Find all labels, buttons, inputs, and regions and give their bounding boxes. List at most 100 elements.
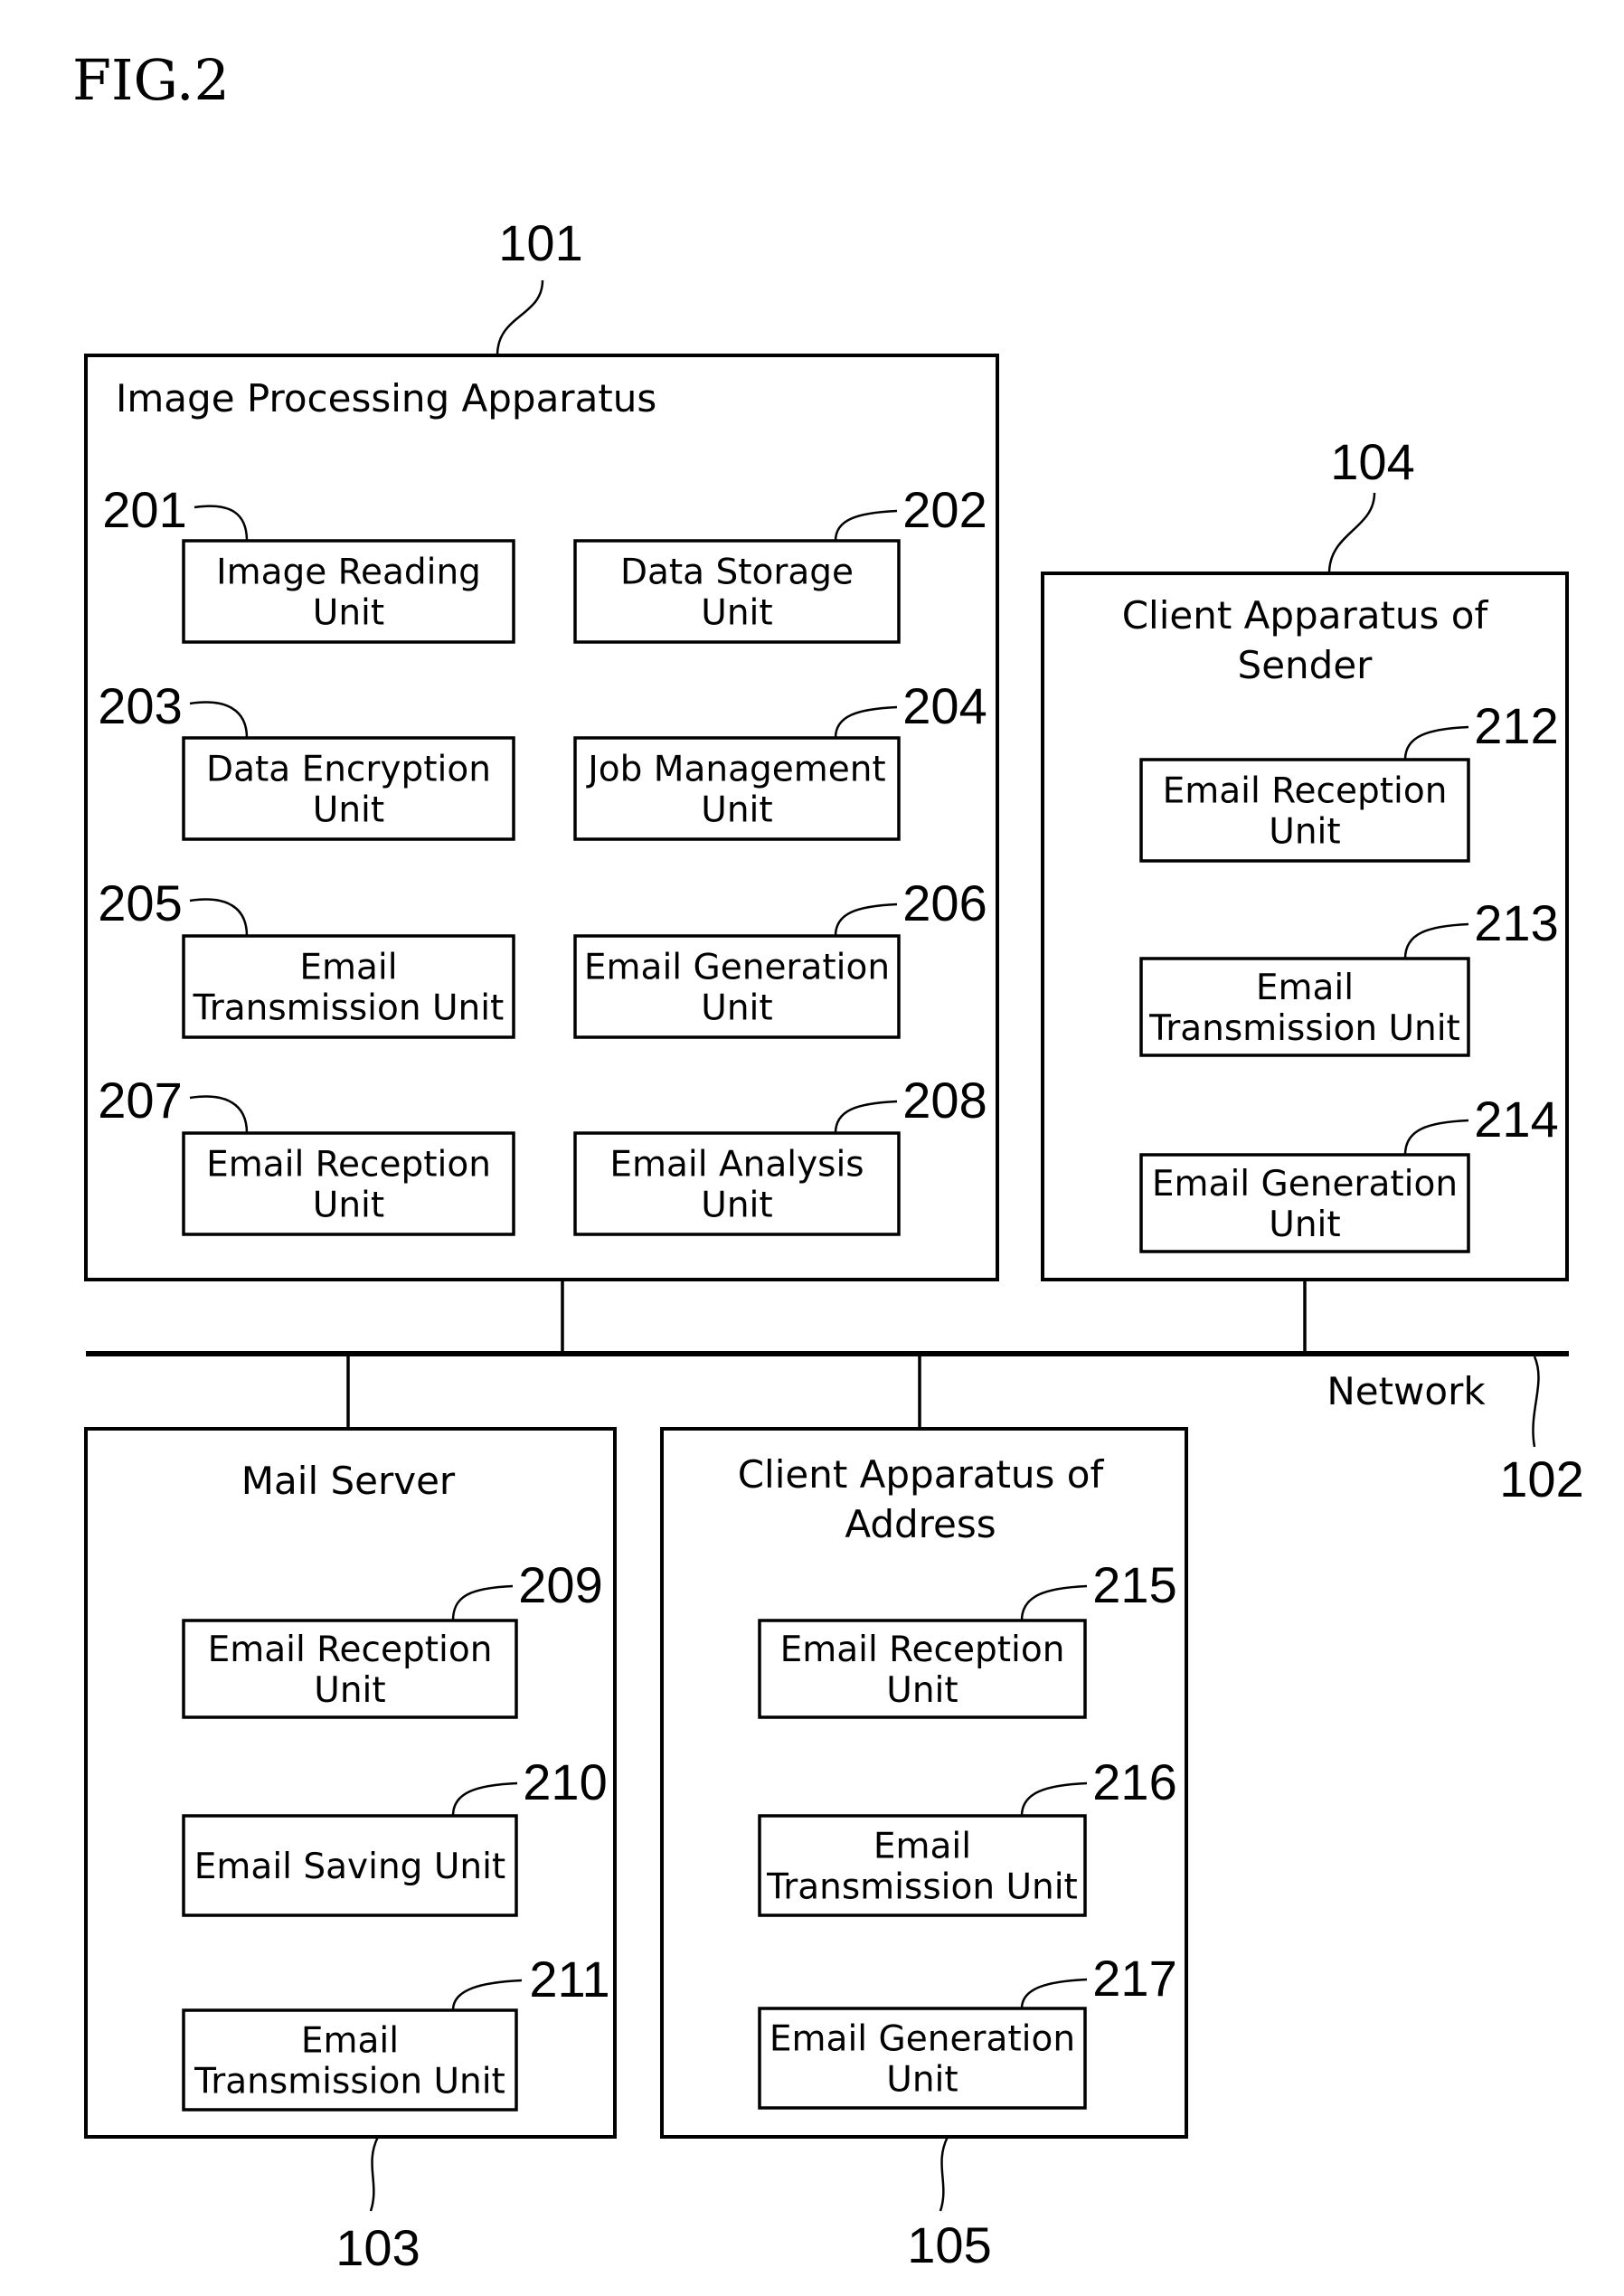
unit-ref: 206 [902,874,987,931]
unit-leader [1020,1781,1088,1817]
unit-206: Email GenerationUnit 206 [573,874,987,1039]
unit-label: Transmission Unit [1148,1008,1460,1049]
client-apparatus-of-address-title: Client Apparatus of [738,1452,1105,1497]
unit-label: Email Reception [208,1630,493,1670]
client-apparatus-of-sender-leader [1327,492,1376,574]
unit-leader [834,705,898,739]
mail-server-leader [369,2136,380,2212]
unit-label: Data Encryption [206,750,491,790]
image-processing-apparatus: Image Processing Apparatus 101 Image Readi… [84,214,999,1281]
unit-label: Image Reading [216,553,481,593]
unit-201: Image ReadingUnit 201 [102,481,515,644]
unit-label: Unit [313,1186,384,1226]
unit-ref: 208 [902,1072,987,1129]
unit-212: Email ReceptionUnit 212 [1139,697,1559,863]
unit-213: EmailTransmission Unit 213 [1139,894,1559,1057]
unit-leader [189,898,249,937]
unit-ref: 203 [98,677,182,734]
unit-203: Data EncryptionUnit 203 [98,677,515,841]
unit-leader [1403,1119,1469,1156]
unit-label: Email [873,1827,971,1867]
unit-216: EmailTransmission Unit 216 [758,1753,1177,1917]
unit-leader [1403,922,1469,959]
unit-leader [1403,725,1469,761]
unit-leader [189,1095,249,1134]
unit-leader [451,1979,523,2011]
unit-label: Unit [701,988,772,1029]
client-apparatus-of-address-leader [939,2136,949,2212]
unit-202: Data StorageUnit 202 [573,481,987,644]
unit-label: Unit [701,1186,772,1226]
mail-server-ref: 103 [335,2219,420,2276]
client-apparatus-of-address-ref: 105 [907,2216,991,2273]
client-apparatus-of-address-title: Address [845,1502,996,1546]
unit-leader [834,902,898,937]
unit-ref: 209 [518,1556,602,1613]
unit-207: Email ReceptionUnit 207 [98,1072,515,1236]
unit-leader [189,701,249,739]
client-apparatus-of-sender-title: Client Apparatus of [1122,593,1489,638]
unit-label: Transmission Unit [766,1867,1078,1908]
unit-ref: 213 [1474,894,1558,951]
unit-label: Data Storage [620,553,854,593]
unit-leader [194,505,249,542]
client-apparatus-of-sender-title: Sender [1238,643,1374,687]
unit-label: Email Reception [780,1630,1065,1670]
unit-211: EmailTransmission Unit 211 [182,1951,610,2112]
unit-label: Transmission Unit [193,988,505,1029]
unit-label: Unit [886,1670,958,1711]
network-ref: 102 [1499,1450,1583,1507]
unit-ref: 212 [1474,697,1558,754]
figure-label: FIG.2 [72,47,230,113]
unit-ref: 214 [1474,1091,1558,1148]
unit-leader [1020,1978,1088,2009]
unit-label: Email Generation [1152,1164,1458,1205]
unit-leader [451,1584,514,1621]
unit-label: Unit [701,790,772,831]
image-processing-apparatus-title: Image Processing Apparatus [116,376,656,420]
unit-label: Job Management [585,750,885,790]
network-leader [1532,1356,1540,1448]
unit-label: Email [1256,968,1354,1008]
unit-ref: 217 [1092,1950,1176,2007]
unit-ref: 202 [902,481,987,538]
unit-label: Email Reception [206,1145,491,1186]
unit-leader [834,1100,898,1134]
client-apparatus-of-sender: Client Apparatus of Sender 104 Email Recept… [1041,433,1569,1281]
unit-label: Unit [701,593,772,634]
unit-ref: 201 [102,481,186,538]
image-processing-apparatus-leader [496,279,544,356]
unit-label: Unit [314,1670,385,1711]
unit-leader [451,1781,518,1817]
unit-label: Email Analysis [609,1145,864,1186]
unit-ref: 215 [1092,1556,1176,1613]
unit-label: Email Generation [584,948,890,988]
block-diagram: FIG.2 Network 102 Image Processing Apparat… [72,47,1584,2276]
unit-label: Unit [313,790,384,831]
mail-server: Mail Server103Email ReceptionUnit209Emai… [84,1427,617,2276]
unit-label: Email [301,2021,399,2062]
unit-208: Email AnalysisUnit 208 [573,1072,987,1236]
unit-label: Email [299,948,397,988]
unit-label: Unit [1269,1205,1340,1245]
unit-label: Unit [1269,812,1340,853]
unit-label: Unit [886,2060,958,2101]
unit-ref: 204 [902,677,987,734]
unit-210: Email Saving Unit 210 [182,1753,608,1917]
image-processing-apparatus-ref: 101 [498,214,582,271]
unit-label: Email Reception [1163,771,1448,812]
unit-204: Job ManagementUnit 204 [573,677,987,841]
unit-leader [1020,1584,1088,1621]
client-apparatus-of-address: Client Apparatus of Address 105 Email Recep… [660,1427,1188,2273]
unit-214: Email GenerationUnit 214 [1139,1091,1559,1253]
unit-209: Email ReceptionUnit 209 [182,1556,603,1719]
unit-205: EmailTransmission Unit 205 [98,874,515,1039]
unit-217: Email GenerationUnit 217 [758,1950,1177,2110]
unit-ref: 210 [523,1753,607,1810]
unit-leader [834,509,898,542]
client-apparatus-of-sender-ref: 104 [1330,433,1414,490]
unit-label: Transmission Unit [194,2062,505,2102]
unit-label: Unit [313,593,384,634]
mail-server-title: Mail Server [241,1459,456,1503]
unit-label: Email Generation [770,2019,1075,2060]
